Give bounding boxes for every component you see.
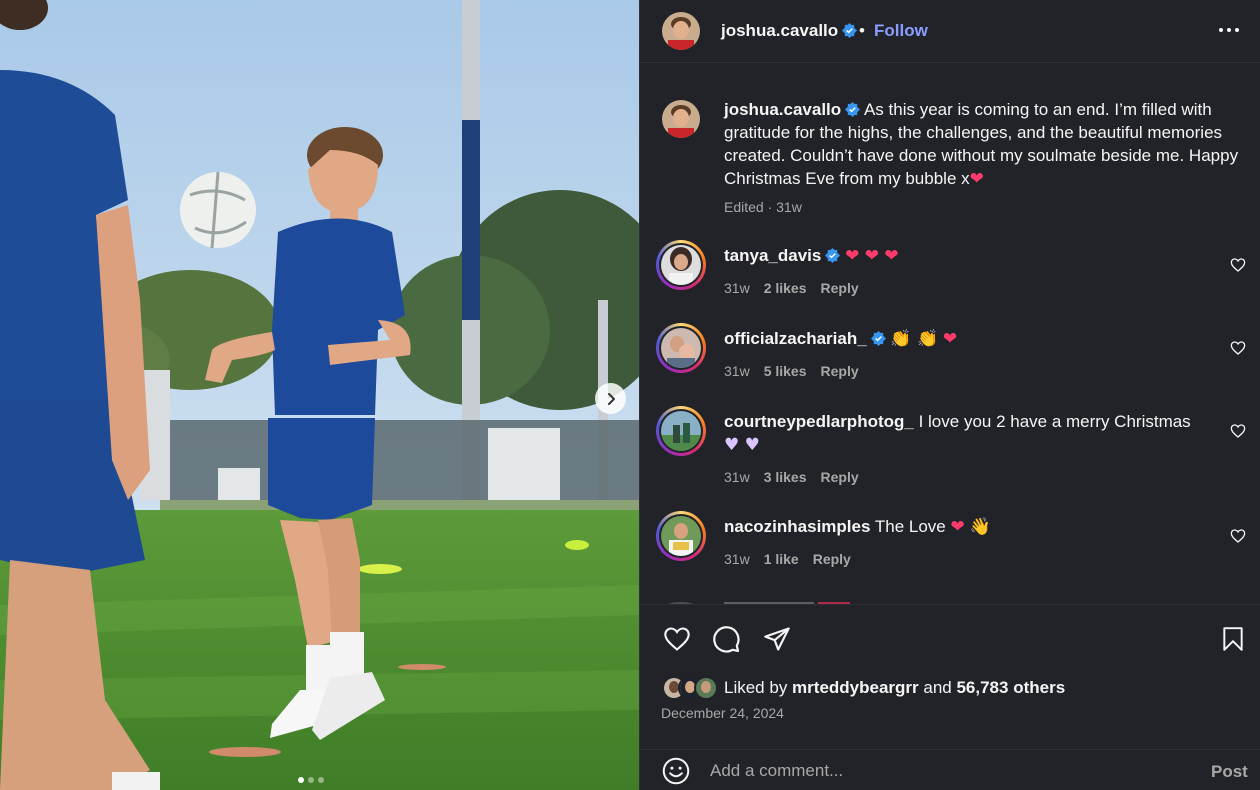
author-avatar[interactable] bbox=[662, 12, 700, 50]
commenter-username[interactable]: nacozinhasimples bbox=[724, 517, 870, 536]
heart-emoji: ❤ bbox=[950, 517, 965, 537]
heart-emoji: ❤ bbox=[969, 169, 984, 189]
liked-by-mid: and bbox=[918, 678, 957, 697]
bookmark-icon[interactable] bbox=[1220, 625, 1246, 653]
follow-button[interactable]: Follow bbox=[874, 21, 928, 41]
story-ring[interactable] bbox=[656, 240, 706, 290]
comment-composer: Post bbox=[640, 749, 1260, 790]
wave-emoji: 👋 bbox=[969, 517, 991, 537]
liked-by-count[interactable]: 56,783 others bbox=[956, 678, 1065, 697]
liked-by-prefix: Liked by bbox=[724, 678, 793, 697]
comment-likes[interactable]: 3 likes bbox=[764, 469, 807, 485]
comments-scroll-area[interactable]: joshua.cavallo As this year is coming to… bbox=[640, 64, 1260, 604]
comment-meta: 31w 2 likes Reply bbox=[724, 280, 859, 296]
author-username-text: joshua.cavallo bbox=[721, 21, 839, 40]
post-comment-button[interactable]: Post bbox=[1211, 762, 1248, 782]
comment-icon[interactable] bbox=[712, 625, 741, 654]
reply-button[interactable]: Reply bbox=[821, 469, 859, 485]
comment-body: The Love bbox=[870, 517, 951, 536]
comment-body: I love you 2 have a merry Christmas bbox=[913, 412, 1191, 431]
post-header: joshua.cavallo • Follow bbox=[640, 0, 1260, 63]
comment-input[interactable] bbox=[710, 758, 1170, 784]
share-icon[interactable] bbox=[763, 625, 791, 653]
caption-text: joshua.cavallo As this year is coming to… bbox=[724, 98, 1249, 191]
likes-summary[interactable]: Liked by mrteddybeargrr and 56,783 other… bbox=[662, 675, 1065, 701]
comment-age: 31w bbox=[724, 280, 750, 296]
reply-button[interactable]: Reply bbox=[821, 363, 859, 379]
commenter-avatar bbox=[661, 245, 701, 285]
comment-text: tanya_davis ❤ ❤ ❤ bbox=[724, 244, 1214, 268]
post-date[interactable]: December 24, 2024 bbox=[661, 705, 784, 721]
comment-likes[interactable]: 5 likes bbox=[764, 363, 807, 379]
liker-avatar bbox=[694, 676, 718, 700]
story-ring[interactable] bbox=[656, 323, 706, 373]
heart-emoji: ❤ bbox=[942, 329, 958, 349]
comment-text: nacozinhasimples The Love ❤ 👋 bbox=[724, 515, 1214, 539]
comment-text: courtneypedlarphotog_ I love you 2 have … bbox=[724, 410, 1214, 457]
post-photo bbox=[0, 0, 639, 790]
commenter-avatar bbox=[661, 411, 701, 451]
comment-emojis: 👏 👏 bbox=[890, 329, 939, 349]
comment-likes[interactable]: 2 likes bbox=[764, 280, 807, 296]
commenter-username[interactable]: courtneypedlarphotog_ bbox=[724, 412, 914, 431]
header-separator: • bbox=[859, 21, 865, 40]
reply-button[interactable]: Reply bbox=[821, 280, 859, 296]
verified-badge-icon bbox=[842, 23, 858, 38]
commenter-avatar bbox=[661, 516, 701, 556]
carousel-indicator bbox=[298, 777, 324, 783]
verified-badge-icon bbox=[870, 331, 886, 346]
commenter-username[interactable]: officialzachariah_ bbox=[724, 329, 867, 348]
caption-meta: Edited · 31w bbox=[724, 199, 802, 215]
post-details-panel: joshua.cavallo • Follow joshua.cavallo A… bbox=[639, 0, 1260, 790]
author-avatar[interactable] bbox=[662, 100, 700, 138]
heart-icon[interactable] bbox=[1230, 528, 1246, 544]
verified-badge-icon bbox=[845, 102, 861, 117]
comment-emojis: ❤ ❤ ❤ bbox=[845, 246, 899, 266]
chevron-right-icon bbox=[607, 392, 615, 405]
comment-text: officialzachariah_ 👏 👏 ❤ bbox=[724, 327, 1214, 351]
caption-author[interactable]: joshua.cavallo bbox=[724, 100, 841, 119]
story-ring[interactable] bbox=[656, 511, 706, 561]
liked-by-text: Liked by mrteddybeargrr and 56,783 other… bbox=[724, 678, 1065, 698]
heart-icon[interactable] bbox=[1230, 340, 1246, 356]
comment-meta: 31w 3 likes Reply bbox=[724, 469, 859, 485]
comment-emojis: ♥ ♥ bbox=[724, 435, 760, 455]
more-options-button[interactable] bbox=[1219, 28, 1239, 32]
liker-avatars bbox=[662, 676, 718, 700]
comment-age: 31w bbox=[724, 551, 750, 567]
comment-age: 31w bbox=[724, 363, 750, 379]
verified-badge-icon bbox=[825, 248, 841, 263]
commenter-avatar bbox=[661, 328, 701, 368]
heart-icon[interactable] bbox=[662, 625, 692, 653]
carousel-dot bbox=[298, 777, 304, 783]
carousel-dot bbox=[318, 777, 324, 783]
heart-icon[interactable] bbox=[1230, 423, 1246, 439]
author-username[interactable]: joshua.cavallo bbox=[721, 21, 858, 41]
heart-icon[interactable] bbox=[1230, 257, 1246, 273]
post-actions: Liked by mrteddybeargrr and 56,783 other… bbox=[640, 604, 1260, 749]
post-media[interactable] bbox=[0, 0, 639, 790]
smile-icon[interactable] bbox=[662, 757, 690, 785]
comment-likes[interactable]: 1 like bbox=[764, 551, 799, 567]
reply-button[interactable]: Reply bbox=[813, 551, 851, 567]
story-ring[interactable] bbox=[656, 406, 706, 456]
carousel-dot bbox=[308, 777, 314, 783]
comment-meta: 31w 1 like Reply bbox=[724, 551, 851, 567]
comment-meta: 31w 5 likes Reply bbox=[724, 363, 859, 379]
carousel-next-button[interactable] bbox=[595, 383, 626, 414]
liked-by-user[interactable]: mrteddybeargrr bbox=[792, 678, 919, 697]
comment-age: 31w bbox=[724, 469, 750, 485]
commenter-username[interactable]: tanya_davis bbox=[724, 246, 821, 265]
more-icon bbox=[1219, 28, 1223, 32]
